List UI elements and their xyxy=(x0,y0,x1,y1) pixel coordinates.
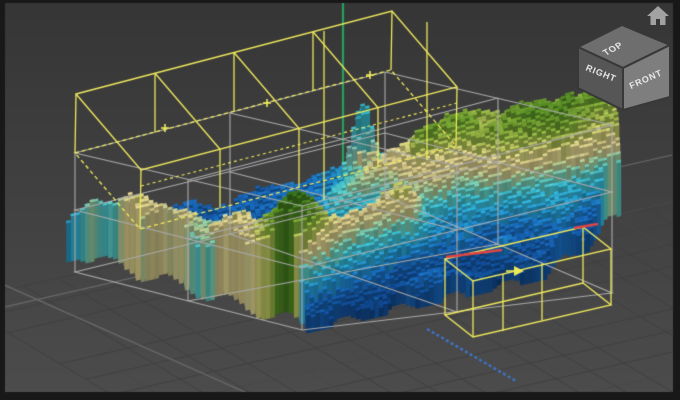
home-icon xyxy=(647,6,669,25)
view-cube-body[interactable]: TOP RIGHT FRONT xyxy=(578,25,670,110)
view-cube[interactable]: TOP RIGHT FRONT xyxy=(560,0,680,120)
viewport-frame: TOP RIGHT FRONT xyxy=(0,0,680,400)
home-button[interactable] xyxy=(647,6,669,25)
